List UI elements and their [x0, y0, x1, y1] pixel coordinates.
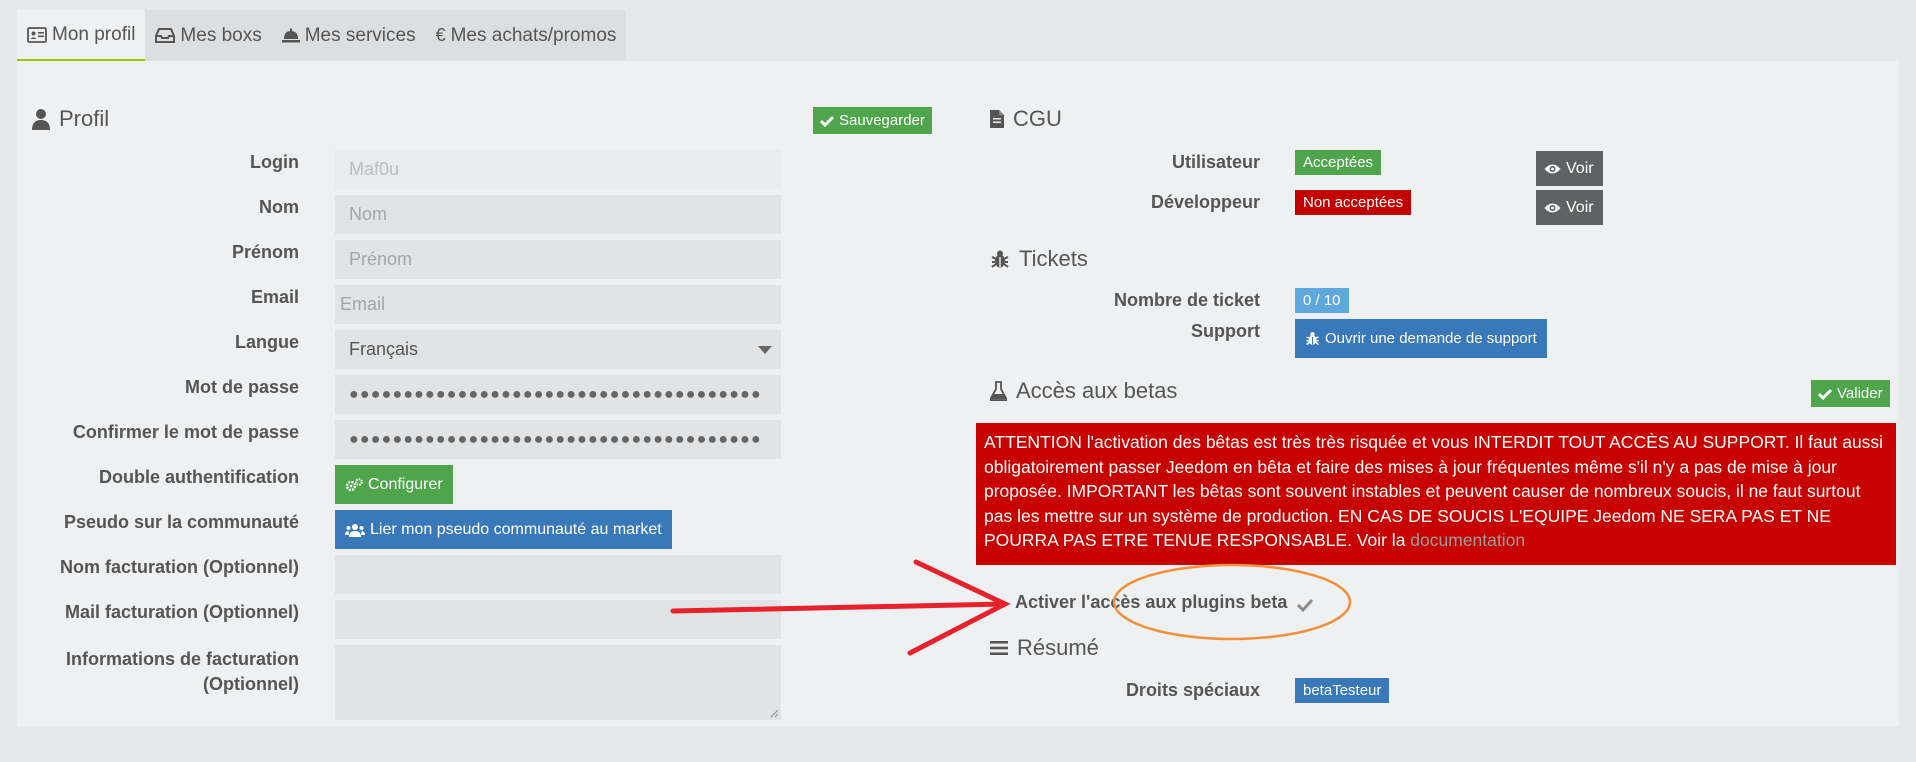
- annotation-overlay: [670, 559, 1352, 656]
- arrow-icon: [670, 559, 1011, 656]
- highlight-ellipse: [1112, 563, 1352, 641]
